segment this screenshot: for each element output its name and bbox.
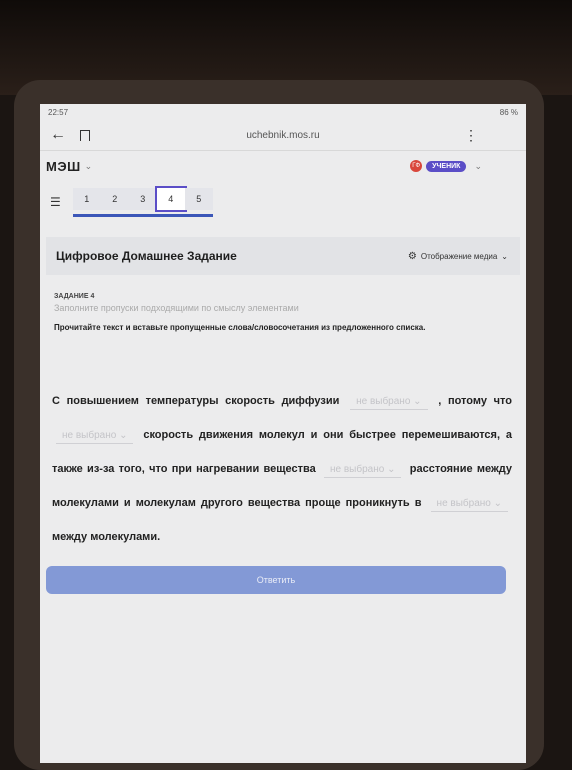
media-display-toggle[interactable]: ⚙ Отображение медиа ⌄: [408, 251, 508, 262]
task-tab-3[interactable]: 3: [128, 187, 157, 210]
task-tab-5[interactable]: 5: [184, 187, 213, 210]
tablet-screen: 22:57 86 % ← uchebnik.mos.ru ⋮ МЭШ ⌄ ГФ …: [40, 104, 526, 763]
blank-dropdown-3[interactable]: не выбрано ⌄: [324, 463, 402, 478]
task-tabs: 1 2 3 4 5: [72, 185, 213, 217]
app-header: МЭШ ⌄ ГФ УЧЕНИК ⌄: [40, 151, 526, 181]
blank-dropdown-4[interactable]: не выбрано ⌄: [430, 497, 509, 512]
app-logo[interactable]: МЭШ: [46, 159, 81, 174]
task-navigation: ☰ 1 2 3 4 5: [40, 181, 526, 223]
task-tab-2[interactable]: 2: [100, 187, 129, 210]
back-arrow-icon[interactable]: ←: [50, 126, 66, 144]
task-body: ЗАДАНИЕ 4 Заполните пропуски подходящими…: [40, 275, 526, 332]
task-passage: С повышением температуры скорость диффуз…: [40, 332, 526, 554]
blank-dropdown-1[interactable]: не выбрано ⌄: [350, 395, 428, 410]
chevron-down-icon: ⌄: [501, 251, 508, 261]
role-badge[interactable]: УЧЕНИК: [426, 160, 467, 172]
chevron-down-icon[interactable]: ⌄: [85, 161, 93, 172]
passage-text: , потому что: [438, 395, 513, 407]
status-battery: 86 %: [499, 107, 518, 117]
task-instruction: Прочитайте текст и вставьте пропущенные …: [54, 323, 426, 332]
url-field[interactable]: uchebnik.mos.ru: [40, 130, 526, 141]
submit-button[interactable]: Ответить: [46, 566, 506, 594]
task-tab-1[interactable]: 1: [72, 187, 101, 210]
gear-icon: ⚙: [407, 250, 417, 262]
task-label: ЗАДАНИЕ 4: [54, 293, 95, 300]
chevron-down-icon[interactable]: ⌄: [474, 161, 482, 172]
user-menu[interactable]: ГФ УЧЕНИК ⌄: [410, 160, 482, 172]
bookmark-icon[interactable]: [80, 129, 90, 141]
menu-icon[interactable]: ☰: [50, 195, 61, 209]
more-menu-icon[interactable]: ⋮: [464, 127, 478, 144]
media-toggle-label: Отображение медиа: [420, 251, 498, 261]
status-bar: 22:57 86 %: [40, 104, 526, 120]
task-tab-4[interactable]: 4: [154, 185, 187, 212]
card-header: Цифровое Домашнее Задание ⚙ Отображение …: [46, 237, 520, 275]
task-hint: Заполните пропуски подходящими по смыслу…: [54, 303, 299, 313]
avatar[interactable]: ГФ: [410, 160, 423, 172]
passage-text: С повышением температуры скорость диффуз…: [52, 395, 340, 407]
passage-text: между молекулами.: [52, 531, 161, 543]
browser-bar: ← uchebnik.mos.ru ⋮: [40, 120, 526, 151]
status-time: 22:57: [48, 107, 69, 117]
blank-dropdown-2[interactable]: не выбрано ⌄: [56, 429, 134, 444]
page-title: Цифровое Домашнее Задание: [56, 249, 237, 263]
